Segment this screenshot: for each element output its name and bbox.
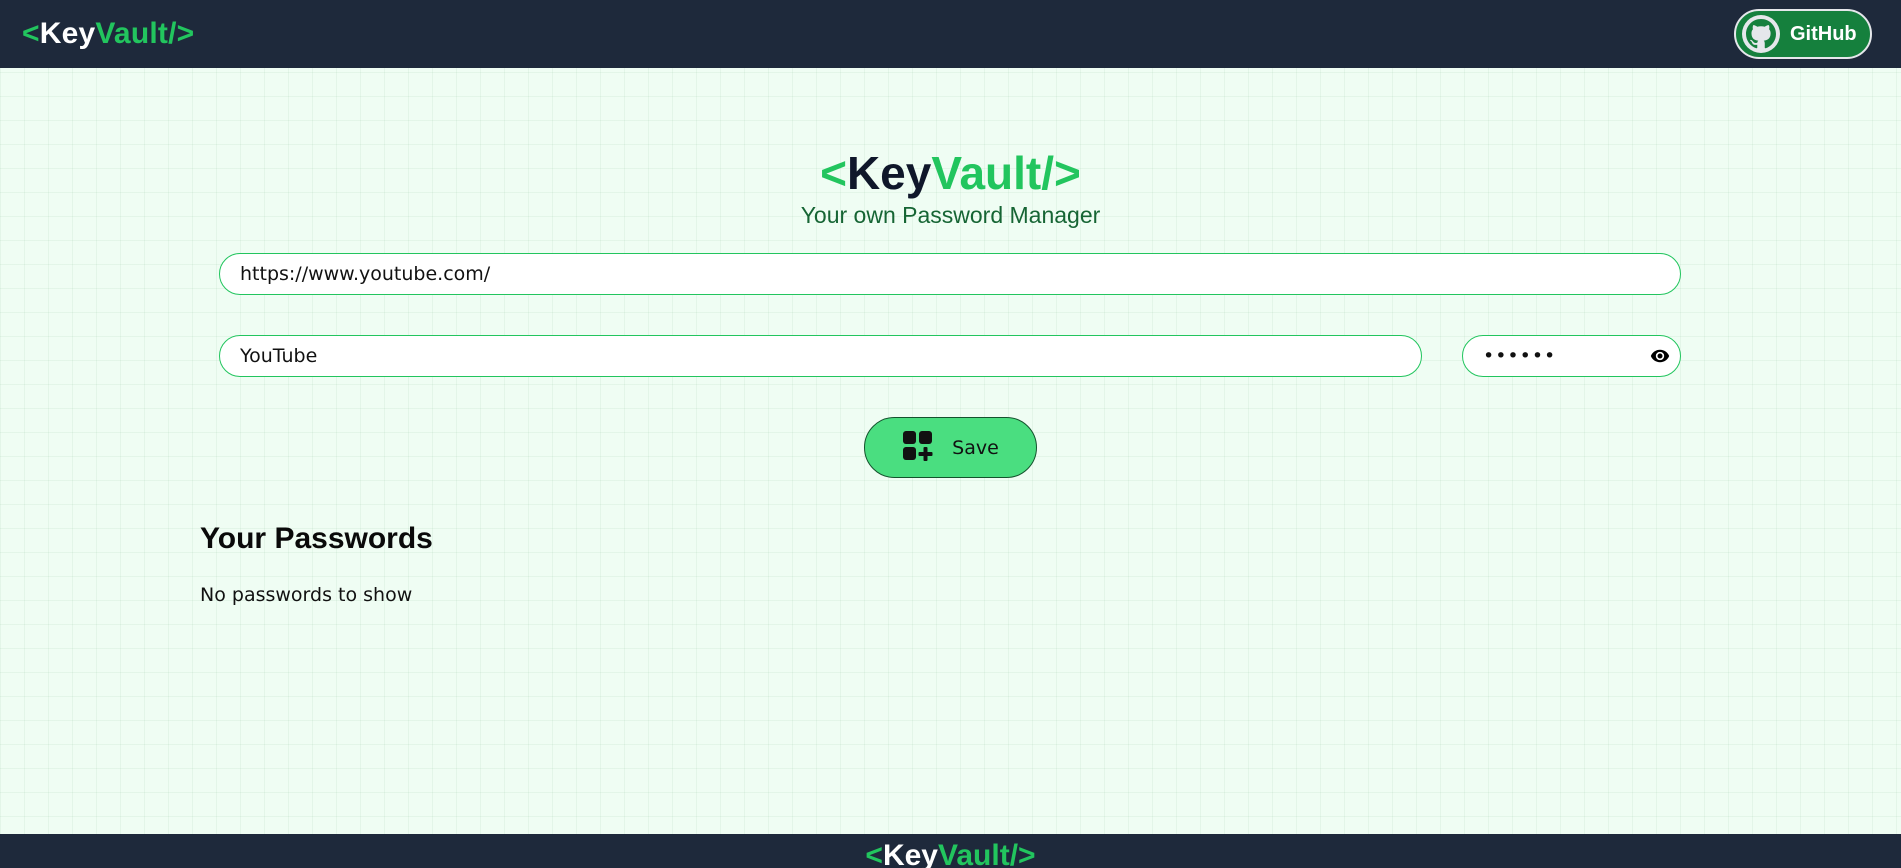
logo-vault: Vault/ xyxy=(931,147,1055,199)
logo-bracket-open: < xyxy=(22,17,40,50)
hero-logo: <KeyVault/> xyxy=(0,148,1901,198)
footer-logo: <KeyVault/> xyxy=(865,841,1035,868)
logo-key: Key xyxy=(39,17,96,50)
logo-bracket-close: > xyxy=(1018,839,1036,868)
github-label: GitHub xyxy=(1790,22,1857,45)
nav-logo[interactable]: <KeyVault/> xyxy=(22,17,194,51)
website-url-input[interactable] xyxy=(219,253,1681,295)
navbar: <KeyVault/> GitHub xyxy=(0,0,1901,68)
tagline: Your own Password Manager xyxy=(800,202,1101,228)
github-icon xyxy=(1742,15,1780,53)
empty-passwords-message: No passwords to show xyxy=(200,584,413,606)
add-grid-icon xyxy=(902,430,934,465)
logo-key: Key xyxy=(846,147,932,199)
logo-bracket-open: < xyxy=(820,147,847,199)
github-button[interactable]: GitHub xyxy=(1734,9,1872,59)
logo-vault: Vault/ xyxy=(938,839,1019,868)
logo-bracket-close: > xyxy=(1054,147,1081,199)
logo-vault: Vault/ xyxy=(95,17,177,50)
hero: <KeyVault/> Your own Password Manager xyxy=(0,148,1901,229)
footer: <KeyVault/> xyxy=(0,834,1901,868)
save-label: Save xyxy=(952,436,999,459)
save-button[interactable]: Save xyxy=(864,417,1037,478)
username-input[interactable] xyxy=(219,335,1422,377)
passwords-heading: Your Passwords xyxy=(200,522,433,555)
logo-key: Key xyxy=(882,839,938,868)
logo-bracket-open: < xyxy=(865,839,883,868)
logo-bracket-close: > xyxy=(176,17,195,50)
password-field-wrapper xyxy=(1462,335,1681,377)
eye-icon[interactable] xyxy=(1649,346,1671,366)
